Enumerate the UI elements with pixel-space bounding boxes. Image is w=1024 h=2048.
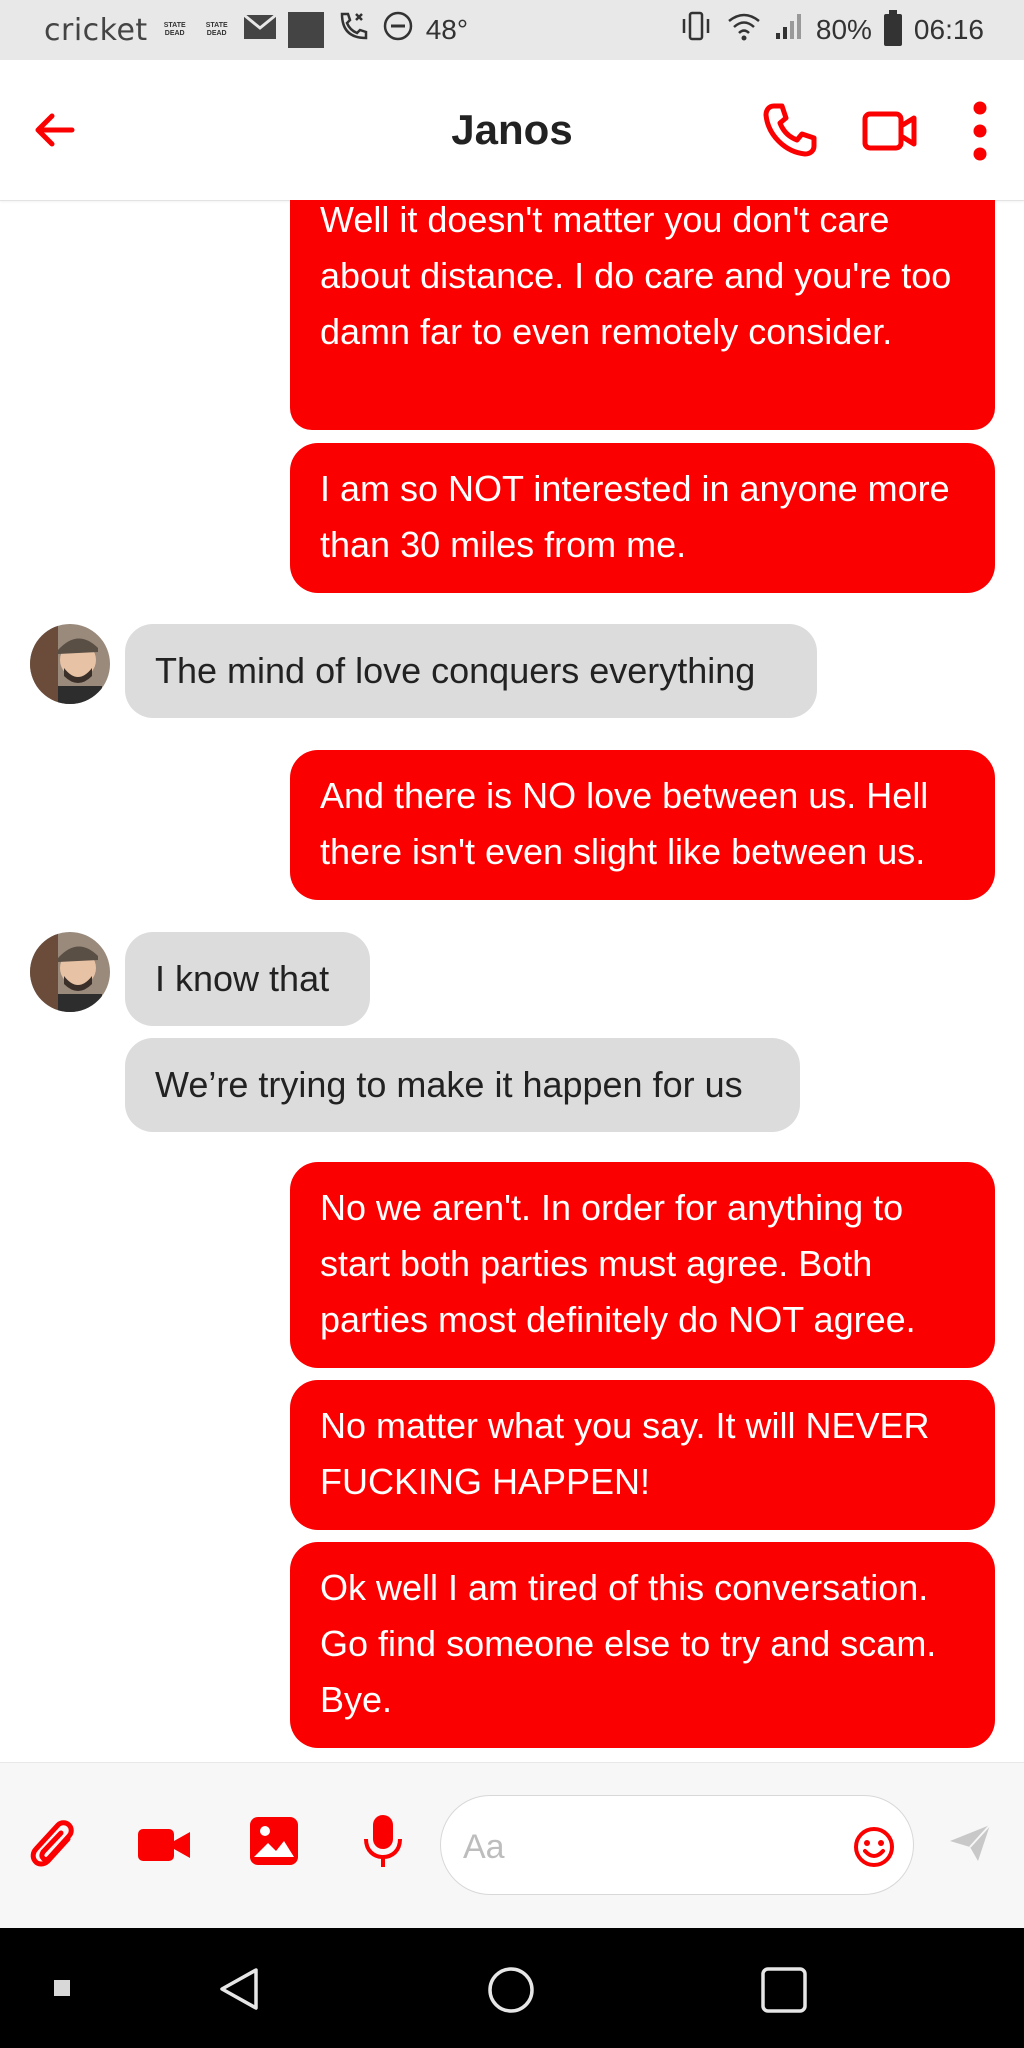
temperature: 48°	[425, 14, 469, 45]
sent-message: Well it doesn't matter you don't care ab…	[290, 200, 995, 430]
more-vertical-icon[interactable]	[968, 100, 992, 162]
sent-message: No we aren't. In order for anything to s…	[290, 1162, 995, 1368]
video-camera-icon[interactable]	[862, 106, 918, 156]
dnd-icon	[382, 10, 414, 50]
received-message: The mind of love conquers everything	[125, 624, 817, 718]
signal-icon	[774, 11, 804, 49]
send-icon[interactable]	[948, 1823, 992, 1868]
overview-square-icon[interactable]	[760, 1966, 808, 2019]
message-input-container[interactable]	[440, 1795, 914, 1895]
image-icon[interactable]	[248, 1815, 300, 1872]
sent-message: No matter what you say. It will NEVER FU…	[290, 1380, 995, 1530]
system-navigation-bar	[0, 1928, 1024, 2048]
received-message: We’re trying to make it happen for us	[125, 1038, 800, 1132]
conversation-header: Janos	[0, 60, 1024, 201]
message-thread[interactable]: Well it doesn't matter you don't care ab…	[0, 200, 1024, 1762]
walking-dead-logo-icon: STATE DEAD	[205, 22, 228, 37]
vibrate-icon	[678, 10, 714, 50]
message-composer	[0, 1762, 1024, 1929]
home-circle-icon[interactable]	[487, 1966, 535, 2019]
wifi-icon	[726, 11, 762, 49]
sent-message: And there is NO love between us. Hell th…	[290, 750, 995, 900]
attachment-icon[interactable]	[30, 1817, 80, 1882]
contact-avatar[interactable]	[30, 624, 110, 704]
gallery-icon	[287, 12, 324, 48]
sent-message: I am so NOT interested in anyone more th…	[290, 443, 995, 593]
carrier-name: cricket	[44, 12, 148, 48]
missed-call-icon	[336, 10, 370, 51]
message-input[interactable]	[461, 1822, 825, 1872]
walking-dead-logo-icon: STATE DEAD	[163, 22, 186, 37]
battery-percent: 80%	[815, 14, 872, 45]
emoji-icon[interactable]	[853, 1826, 895, 1873]
contact-avatar[interactable]	[30, 932, 110, 1012]
mail-icon	[242, 13, 277, 47]
received-message: I know that	[125, 932, 370, 1026]
video-icon[interactable]	[136, 1823, 192, 1872]
back-triangle-icon[interactable]	[218, 1966, 260, 2017]
status-bar: cricket STATE DEAD STATE DEAD 48° 80% 06:1…	[0, 0, 1024, 60]
sent-message: Ok well I am tired of this conversation.…	[290, 1542, 995, 1748]
phone-icon[interactable]	[760, 100, 820, 160]
recents-dot-icon[interactable]	[54, 1980, 70, 1996]
clock: 06:16	[913, 14, 984, 45]
battery-icon	[883, 10, 902, 46]
microphone-icon[interactable]	[362, 1813, 404, 1876]
